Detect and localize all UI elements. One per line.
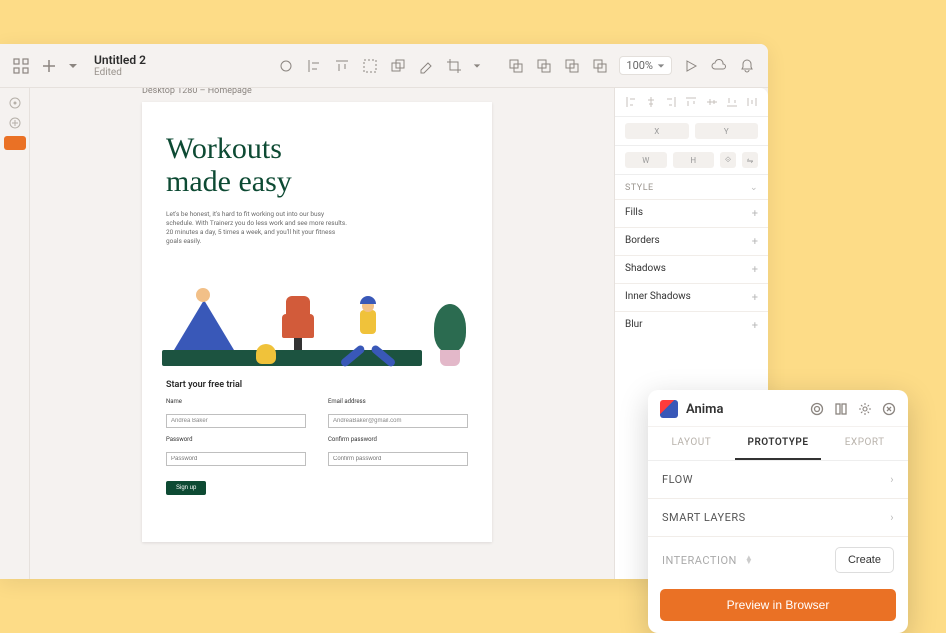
borders-row[interactable]: Borders+ (615, 227, 768, 255)
fills-row[interactable]: Fills+ (615, 199, 768, 227)
tab-prototype[interactable]: PROTOTYPE (735, 427, 822, 460)
align-top-icon[interactable] (333, 57, 351, 75)
align-left-icon[interactable] (625, 96, 637, 108)
document-name: Untitled 2 (94, 53, 146, 67)
crop-icon[interactable] (445, 57, 463, 75)
plus-icon[interactable]: + (752, 263, 758, 276)
group-icon[interactable] (361, 57, 379, 75)
tab-layout[interactable]: LAYOUT (648, 427, 735, 460)
difference-icon[interactable] (591, 57, 609, 75)
interaction-label: INTERACTION (662, 554, 737, 567)
w-input[interactable]: W (625, 152, 667, 168)
email-input[interactable] (328, 414, 468, 428)
name-input[interactable] (166, 414, 306, 428)
document-title: Untitled 2 Edited (94, 53, 146, 78)
interaction-row: INTERACTION ▲▼ Create (648, 537, 908, 583)
create-button[interactable]: Create (835, 547, 894, 573)
plus-circle-icon[interactable] (8, 116, 22, 130)
plus-icon[interactable]: + (752, 207, 758, 220)
toolbar: Untitled 2 Edited 100% (0, 44, 768, 88)
ring-icon[interactable] (277, 57, 295, 75)
intersect-icon[interactable] (563, 57, 581, 75)
chevron-right-icon: › (890, 473, 894, 486)
plus-icon[interactable]: + (752, 291, 758, 304)
tab-export[interactable]: EXPORT (821, 427, 908, 460)
target-icon[interactable] (8, 96, 22, 110)
close-circle-icon[interactable] (882, 402, 896, 416)
name-label: Name (166, 398, 306, 405)
anima-header: Anima (648, 390, 908, 426)
chevron-down-icon[interactable] (68, 57, 78, 75)
record-icon[interactable] (810, 402, 824, 416)
lock-icon[interactable]: ⟐ (720, 152, 736, 168)
artboard[interactable]: Workouts made easy Let's be honest, it's… (142, 102, 492, 542)
password-input[interactable] (166, 452, 306, 466)
artboard-label: Desktop 1280 – Homepage (142, 88, 252, 96)
stepper-icon[interactable]: ▲▼ (745, 556, 753, 564)
style-header[interactable]: STYLE ⌄ (615, 175, 768, 199)
anima-plugin-panel: Anima LAYOUT PROTOTYPE EXPORT FLOW› SMAR… (648, 390, 908, 633)
play-icon[interactable] (682, 57, 700, 75)
password-label: Password (166, 436, 306, 443)
document-status: Edited (94, 67, 146, 78)
plus-icon[interactable] (40, 57, 58, 75)
align-center-v-icon[interactable] (706, 96, 718, 108)
anima-logo-icon (660, 400, 678, 418)
form-title: Start your free trial (166, 380, 468, 390)
email-label: Email address (328, 398, 468, 405)
y-input[interactable]: Y (695, 123, 759, 139)
signup-form: Start your free trial Name Email address (142, 366, 492, 509)
anima-tabs: LAYOUT PROTOTYPE EXPORT (648, 426, 908, 461)
align-top-icon[interactable] (685, 96, 697, 108)
bell-icon[interactable] (738, 57, 756, 75)
union-icon[interactable] (507, 57, 525, 75)
eraser-icon[interactable] (417, 57, 435, 75)
plus-icon[interactable]: + (752, 235, 758, 248)
inner-shadows-row[interactable]: Inner Shadows+ (615, 283, 768, 311)
align-left-icon[interactable] (305, 57, 323, 75)
chevron-down-icon[interactable] (473, 57, 481, 75)
flip-icon[interactable]: ⇋ (742, 152, 758, 168)
preview-in-browser-button[interactable]: Preview in Browser (660, 589, 896, 621)
position-controls: X Y (615, 117, 768, 146)
gear-icon[interactable] (858, 402, 872, 416)
flow-row[interactable]: FLOW› (648, 461, 908, 499)
distribute-icon[interactable] (746, 96, 758, 108)
signup-button[interactable]: Sign up (166, 481, 206, 495)
x-input[interactable]: X (625, 123, 689, 139)
shadows-row[interactable]: Shadows+ (615, 255, 768, 283)
h-input[interactable]: H (673, 152, 715, 168)
confirm-label: Confirm password (328, 436, 468, 443)
columns-icon[interactable] (834, 402, 848, 416)
page-badge[interactable] (4, 136, 26, 150)
size-controls: W H ⟐ ⇋ (615, 146, 768, 175)
blur-row[interactable]: Blur+ (615, 311, 768, 339)
left-sidebar (0, 88, 30, 579)
subtract-icon[interactable] (535, 57, 553, 75)
alignment-controls (615, 88, 768, 117)
cloud-icon[interactable] (710, 57, 728, 75)
smart-layers-row[interactable]: SMART LAYERS› (648, 499, 908, 537)
anima-title: Anima (686, 402, 802, 417)
zoom-value: 100% (626, 59, 653, 72)
plus-icon[interactable]: + (752, 319, 758, 332)
align-bottom-icon[interactable] (726, 96, 738, 108)
grid-icon[interactable] (12, 57, 30, 75)
chevron-down-icon: ⌄ (750, 183, 758, 193)
layers-icon[interactable] (389, 57, 407, 75)
align-center-h-icon[interactable] (645, 96, 657, 108)
align-right-icon[interactable] (665, 96, 677, 108)
hero-illustration (162, 256, 462, 366)
hero-title: Workouts made easy (142, 102, 492, 206)
confirm-input[interactable] (328, 452, 468, 466)
hero-subtitle: Let's be honest, it's hard to fit workin… (142, 206, 372, 256)
zoom-control[interactable]: 100% (619, 56, 672, 75)
chevron-right-icon: › (890, 511, 894, 524)
canvas[interactable]: Desktop 1280 – Homepage Workouts made ea… (30, 88, 614, 579)
